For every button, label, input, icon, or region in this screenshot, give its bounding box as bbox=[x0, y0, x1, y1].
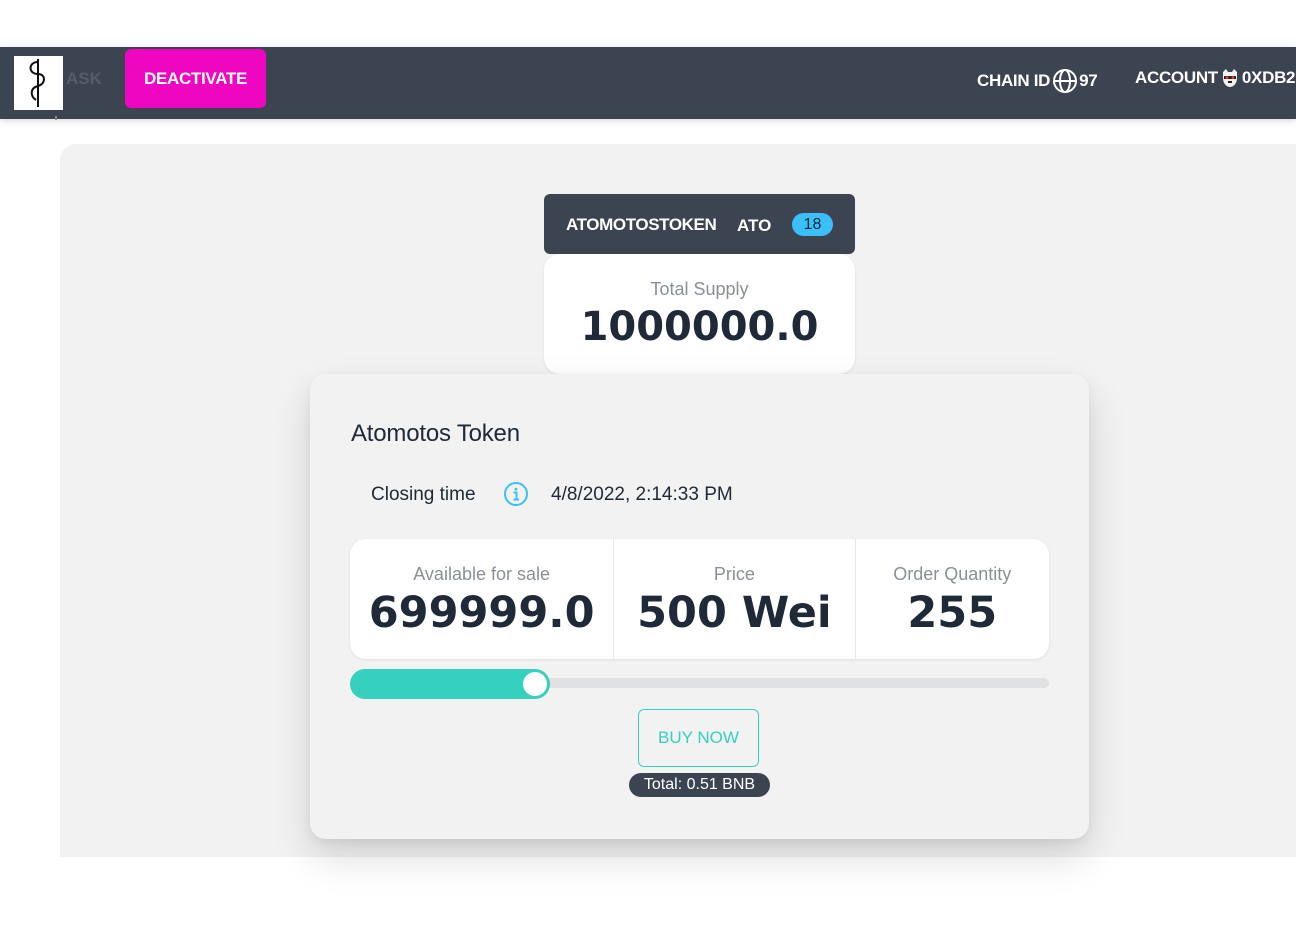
avatar-icon bbox=[1222, 69, 1237, 87]
quantity-slider-fill[interactable] bbox=[350, 669, 550, 699]
stat-available: Available for sale 699999.0 bbox=[350, 539, 615, 659]
total-supply-title: Total Supply bbox=[650, 279, 749, 299]
stat-available-title: Available for sale bbox=[413, 564, 550, 584]
account-display[interactable]: ACCOUNT 0XDB2F bbox=[1135, 68, 1296, 88]
stat-order-quantity-title: Order Quantity bbox=[893, 564, 1012, 584]
total-price-tooltip: Total: 0.51 BNB bbox=[629, 773, 770, 797]
stat-price-value: 500 Wei bbox=[637, 588, 832, 638]
account-label: ACCOUNT bbox=[1135, 68, 1218, 87]
hidden-nav-text: ASK bbox=[66, 69, 102, 88]
total-supply-card: Total Supply 1000000.0 bbox=[544, 254, 855, 374]
quantity-slider-handle[interactable] bbox=[523, 672, 547, 696]
stat-price: Price 500 Wei bbox=[614, 539, 856, 659]
stat-order-quantity-value: 255 bbox=[907, 588, 998, 638]
token-name: ATOMOTOSTOKEN bbox=[566, 215, 717, 234]
navbar: ASK DEACTIVATE CHAIN ID 97 ACCOUNT 0XDB2… bbox=[0, 47, 1296, 119]
stat-available-value: 699999.0 bbox=[368, 588, 595, 638]
token-sale-card: Atomotos Token Closing time 4/8/2022, 2:… bbox=[310, 374, 1089, 839]
deactivate-button[interactable]: DEACTIVATE bbox=[125, 49, 266, 108]
chain-id-value: 97 bbox=[1079, 71, 1098, 90]
account-address: 0XDB2F bbox=[1241, 68, 1296, 87]
chain-id-label: CHAIN ID bbox=[977, 71, 1051, 90]
total-supply-value: 1000000.0 bbox=[580, 304, 819, 350]
decimals-badge: 18 bbox=[792, 213, 833, 236]
info-icon[interactable] bbox=[503, 481, 529, 507]
stat-order-quantity: Order Quantity 255 bbox=[856, 539, 1049, 659]
globe-icon bbox=[1053, 69, 1078, 93]
divider-mark bbox=[55, 116, 57, 120]
chain-id-display: CHAIN ID 97 bbox=[977, 68, 1098, 94]
token-symbol: ATO bbox=[737, 216, 772, 235]
closing-time-label: Closing time bbox=[371, 484, 476, 505]
logo-icon bbox=[29, 59, 45, 107]
logo[interactable] bbox=[14, 56, 63, 110]
closing-time-value: 4/8/2022, 2:14:33 PM bbox=[551, 484, 733, 505]
buy-now-button[interactable]: BUY NOW bbox=[638, 709, 759, 767]
stat-price-title: Price bbox=[713, 564, 755, 584]
sale-stats: Available for sale 699999.0 Price 500 We… bbox=[350, 539, 1049, 659]
token-header: ATOMOTOSTOKEN ATO 18 bbox=[544, 194, 855, 254]
sale-title: Atomotos Token bbox=[351, 420, 520, 447]
